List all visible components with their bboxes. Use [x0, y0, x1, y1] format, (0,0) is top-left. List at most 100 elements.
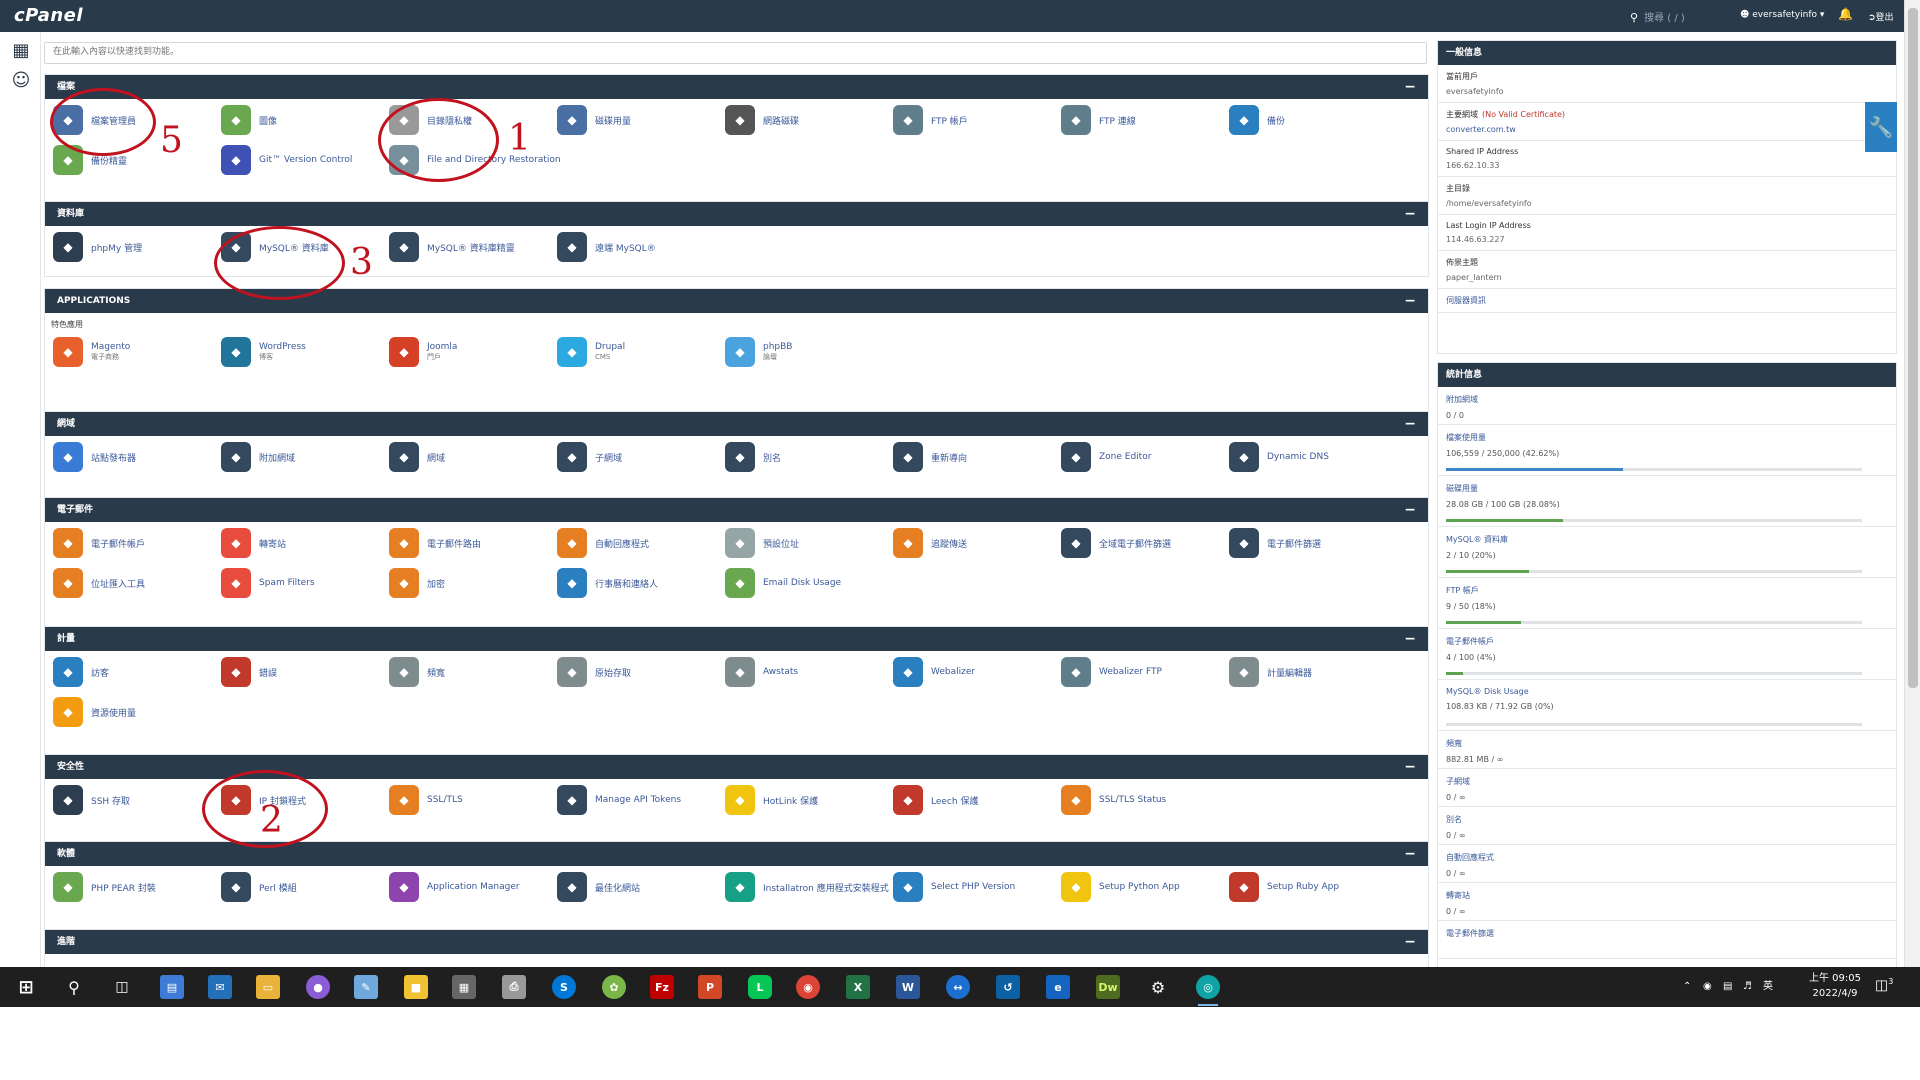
grid-icon[interactable]: ▦ — [10, 40, 32, 62]
store-icon[interactable]: ▤ — [160, 975, 184, 999]
feature-link[interactable]: ◆ Webalizer — [893, 655, 1058, 689]
feature-link[interactable]: ◆ Leech 保護 — [893, 783, 1058, 817]
printer-icon[interactable]: ⎙ — [502, 975, 526, 999]
feature-link[interactable]: ◆ Dynamic DNS — [1229, 440, 1394, 474]
feature-link[interactable]: ◆ Manage API Tokens — [557, 783, 722, 817]
feature-link[interactable]: ◆ 站點發布器 — [53, 440, 218, 474]
excel-icon[interactable]: X — [846, 975, 870, 999]
edge-icon[interactable]: ◎ — [1196, 975, 1220, 1006]
feature-link[interactable]: ◆ WordPress 博客 — [221, 335, 386, 369]
feature-link[interactable]: ◆ Select PHP Version — [893, 870, 1058, 904]
users-icon[interactable]: ☺ — [10, 70, 32, 92]
section-header[interactable]: 網域 − — [45, 412, 1428, 436]
skype-icon[interactable]: S — [552, 975, 576, 999]
task-view-icon[interactable]: ◫ — [110, 975, 134, 999]
feature-link[interactable]: ◆ PHP PEAR 封裝 — [53, 870, 218, 904]
info-key[interactable]: 伺服器資訊 — [1446, 295, 1888, 306]
logout-link[interactable]: ➲登出 — [1868, 10, 1894, 23]
app-icon[interactable]: ✿ — [602, 975, 626, 999]
feature-link[interactable]: ◆ Drupal CMS — [557, 335, 722, 369]
collapse-icon[interactable]: − — [1404, 289, 1416, 313]
collapse-icon[interactable]: − — [1404, 755, 1416, 779]
powerpoint-icon[interactable]: P — [698, 975, 722, 999]
tray-app-icon[interactable]: ◉ — [1703, 967, 1712, 1007]
section-header[interactable]: 安全性 − — [45, 755, 1428, 779]
feature-link[interactable]: ◆ 最佳化網站 — [557, 870, 722, 904]
feature-link[interactable]: ◆ phpBB 論壇 — [725, 335, 890, 369]
feature-link[interactable]: ◆ 行事曆和連絡人 — [557, 566, 722, 600]
feature-link[interactable]: ◆ Webalizer FTP — [1061, 655, 1226, 689]
feature-link[interactable]: ◆ 備份 — [1229, 103, 1394, 137]
stat-label[interactable]: MySQL® Disk Usage — [1446, 687, 1888, 696]
stat-label[interactable]: FTP 帳戶 — [1446, 585, 1888, 596]
teamviewer-icon[interactable]: ↔ — [946, 975, 970, 999]
notification-icon[interactable]: ◫3 — [1875, 977, 1893, 994]
stat-label[interactable]: 附加網域 — [1446, 394, 1888, 405]
sticky-notes-icon[interactable]: ■ — [404, 975, 428, 999]
ime-indicator[interactable]: 英 — [1763, 967, 1773, 1007]
user-menu[interactable]: ☻ eversafetyinfo ▾ — [1740, 10, 1824, 20]
feature-link[interactable]: ◆ 遠端 MySQL® — [557, 230, 722, 264]
feature-link[interactable]: ◆ IP 封鎖程式 — [221, 783, 386, 817]
stat-label[interactable]: 自動回應程式 — [1446, 852, 1888, 863]
paint-icon[interactable]: ● — [306, 975, 330, 999]
feature-link[interactable]: ◆ 加密 — [389, 566, 554, 600]
file-explorer-icon[interactable]: ▭ — [256, 975, 280, 999]
feature-link[interactable]: ◆ 電子郵件帳戶 — [53, 526, 218, 560]
stat-label[interactable]: 轉寄站 — [1446, 890, 1888, 901]
section-header[interactable]: APPLICATIONS − — [45, 289, 1428, 313]
section-header[interactable]: 計量 − — [45, 627, 1428, 651]
feature-link[interactable]: ◆ HotLink 保護 — [725, 783, 890, 817]
feature-link[interactable]: ◆ Magento 電子商務 — [53, 335, 218, 369]
section-header[interactable]: 電子郵件 − — [45, 498, 1428, 522]
feature-link[interactable]: ◆ 附加網域 — [221, 440, 386, 474]
stat-label[interactable]: 子網域 — [1446, 776, 1888, 787]
feature-link[interactable]: ◆ 檔案管理員 — [53, 103, 218, 137]
stat-label[interactable]: 檔案使用量 — [1446, 432, 1888, 443]
feature-link[interactable]: ◆ 追蹤傳送 — [893, 526, 1058, 560]
section-header[interactable]: 資料庫 − — [45, 202, 1428, 226]
feature-link[interactable]: ◆ MySQL® 資料庫 — [221, 230, 386, 264]
feature-link[interactable]: ◆ Email Disk Usage — [725, 566, 890, 600]
feature-link[interactable]: ◆ 磁碟用量 — [557, 103, 722, 137]
feature-link[interactable]: ◆ 電子郵件路由 — [389, 526, 554, 560]
system-clock[interactable]: 上午 09:05 2022/4/9 — [1800, 971, 1870, 1001]
feature-link[interactable]: ◆ 資源使用量 — [53, 695, 218, 729]
feature-link[interactable]: ◆ 轉寄站 — [221, 526, 386, 560]
collapse-icon[interactable]: − — [1404, 412, 1416, 436]
search-icon[interactable]: ⚲ — [62, 975, 86, 999]
feature-link[interactable]: ◆ phpMy 管理 — [53, 230, 218, 264]
feature-link[interactable]: ◆ FTP 連線 — [1061, 103, 1226, 137]
stat-label[interactable]: 電子郵件帳戶 — [1446, 636, 1888, 647]
word-icon[interactable]: W — [896, 975, 920, 999]
volume-icon[interactable]: ♬ — [1743, 967, 1752, 1007]
internet-explorer-icon[interactable]: e — [1046, 975, 1070, 999]
feature-link[interactable]: ◆ 計量編輯器 — [1229, 655, 1394, 689]
feature-link[interactable]: ◆ Perl 模組 — [221, 870, 386, 904]
bell-icon[interactable]: 🔔 — [1838, 7, 1853, 21]
feature-link[interactable]: ◆ 子網域 — [557, 440, 722, 474]
collapse-icon[interactable]: − — [1404, 930, 1416, 954]
feature-link[interactable]: ◆ SSL/TLS Status — [1061, 783, 1226, 817]
stat-label[interactable]: MySQL® 資料庫 — [1446, 534, 1888, 545]
stat-label[interactable]: 頻寬 — [1446, 738, 1888, 749]
settings-gear-icon[interactable]: ⚙ — [1146, 975, 1170, 999]
section-header[interactable]: 檔案 − — [45, 75, 1428, 99]
feature-link[interactable]: ◆ Installatron 應用程式安裝程式 — [725, 870, 890, 904]
feature-link[interactable]: ◆ 錯誤 — [221, 655, 386, 689]
feature-link[interactable]: ◆ Setup Ruby App — [1229, 870, 1394, 904]
collapse-icon[interactable]: − — [1404, 627, 1416, 651]
network-icon[interactable]: ▤ — [1723, 967, 1732, 1007]
feature-link[interactable]: ◆ Joomla 門戶 — [389, 335, 554, 369]
chrome-icon[interactable]: ◉ — [796, 975, 820, 999]
feature-link[interactable]: ◆ 原始存取 — [557, 655, 722, 689]
scrollbar-thumb[interactable] — [1908, 8, 1918, 688]
line-icon[interactable]: L — [748, 975, 772, 999]
page-scrollbar[interactable] — [1904, 0, 1920, 967]
feature-link[interactable]: ◆ Setup Python App — [1061, 870, 1226, 904]
stat-label[interactable]: 磁碟用量 — [1446, 483, 1888, 494]
windows-start-icon[interactable]: ⊞ — [14, 975, 38, 999]
feature-link[interactable]: ◆ 目錄隱私權 — [389, 103, 554, 137]
feature-link[interactable]: ◆ Application Manager — [389, 870, 554, 904]
collapse-icon[interactable]: − — [1404, 202, 1416, 226]
